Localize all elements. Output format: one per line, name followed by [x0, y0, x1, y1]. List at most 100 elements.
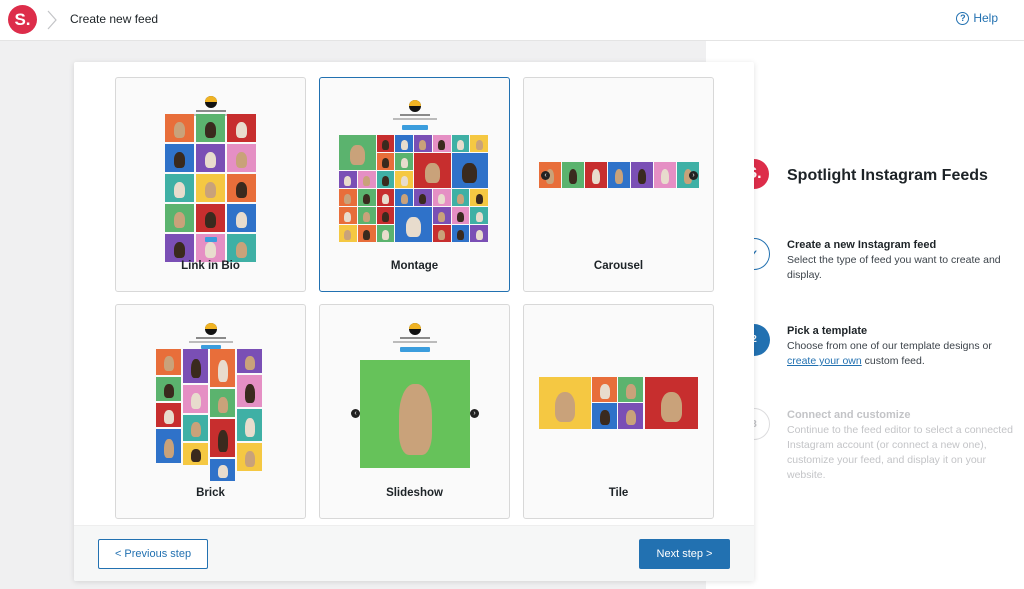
dog-photo	[217, 359, 228, 382]
dog-photo	[381, 139, 389, 150]
dog-photo	[591, 169, 601, 185]
dog-photo	[475, 193, 483, 204]
template-label: Link in Bio	[181, 260, 240, 272]
carousel-next-arrow: ›	[689, 171, 698, 180]
bio-line	[196, 337, 226, 339]
photo-tile	[395, 189, 413, 206]
dog-photo	[456, 139, 464, 150]
dog-photo	[349, 144, 365, 166]
template-card-montage[interactable]: Montage	[319, 77, 510, 292]
dog-photo	[660, 169, 670, 185]
photo-tile	[165, 114, 194, 142]
template-card-brick[interactable]: Brick	[115, 304, 306, 519]
photo-tile	[395, 135, 413, 152]
dog-photo	[217, 465, 228, 478]
template-label: Brick	[196, 487, 225, 499]
dog-photo	[344, 211, 352, 222]
spotlight-logo[interactable]: S.	[8, 5, 37, 34]
photo-tile	[395, 153, 413, 170]
dog-photo	[381, 229, 389, 240]
photo-tile	[210, 459, 235, 481]
photo-tile	[156, 377, 181, 401]
dog-photo	[438, 211, 446, 222]
template-card-tile[interactable]: Tile	[523, 304, 714, 519]
dog-photo	[660, 391, 683, 422]
dog-photo	[235, 211, 248, 229]
template-grid[interactable]: Link in Bio Montage ‹ › Carousel Brick ‹ ›…	[74, 62, 754, 525]
dog-photo	[400, 193, 408, 204]
photo-tile	[395, 171, 413, 188]
photo-tile	[339, 207, 357, 224]
carousel-prev-arrow: ‹	[541, 171, 550, 180]
photo-tile	[237, 375, 262, 407]
photo-tile	[165, 234, 194, 262]
photo-tile	[357, 207, 376, 224]
template-card-slideshow[interactable]: ‹ › Slideshow	[319, 304, 510, 519]
photo-tile	[592, 377, 617, 402]
photo-tile	[432, 189, 451, 206]
dog-photo	[381, 175, 389, 186]
step-title: Create a new Instagram feed	[787, 239, 937, 251]
sidebar-title: Spotlight Instagram Feeds	[787, 167, 988, 184]
photo-tile	[376, 171, 395, 188]
dog-photo	[614, 169, 624, 185]
create-your-own-link[interactable]: create your own	[787, 355, 862, 367]
template-label: Tile	[608, 487, 629, 499]
previous-step-button[interactable]: < Previous step	[98, 539, 208, 569]
photo-tile	[451, 153, 488, 188]
template-picker-modal: Link in Bio Montage ‹ › Carousel Brick ‹ ›…	[74, 62, 754, 581]
template-label: Montage	[390, 260, 439, 272]
photo-tile	[608, 162, 630, 188]
photo-tile	[237, 409, 262, 441]
photo-tile	[183, 349, 208, 383]
photo-tile	[585, 162, 607, 188]
template-card-link-in-bio[interactable]: Link in Bio	[115, 77, 306, 292]
bio-line	[393, 341, 437, 343]
photo-tile	[237, 349, 262, 373]
dog-photo	[438, 139, 446, 150]
dog-photo	[400, 157, 408, 168]
next-step-button[interactable]: Next step >	[639, 539, 730, 569]
photo-tile	[183, 385, 208, 413]
dog-photo	[173, 151, 186, 169]
photo-tile	[237, 443, 262, 471]
photo-tile	[432, 135, 451, 152]
photo-tile	[227, 114, 256, 142]
dog-photo	[599, 410, 610, 426]
dog-photo	[462, 162, 478, 184]
chevron-right-icon	[47, 10, 57, 30]
dog-photo	[400, 175, 408, 186]
dog-photo	[204, 151, 217, 169]
photo-tile	[395, 207, 432, 242]
photo-tile	[470, 225, 488, 242]
help-link[interactable]: ? Help	[956, 11, 998, 25]
dog-photo	[438, 193, 446, 204]
template-label: Carousel	[593, 260, 644, 272]
photo-tile	[227, 174, 256, 202]
dog-photo	[344, 193, 352, 204]
dog-photo	[381, 211, 389, 222]
photo-tile	[451, 189, 470, 206]
top-bar: S. Create new feed ? Help	[0, 0, 1024, 41]
photo-tile	[376, 189, 395, 206]
dog-photo	[163, 383, 174, 398]
template-label: Slideshow	[386, 487, 443, 499]
dog-photo	[554, 391, 576, 422]
photo-tile	[339, 171, 357, 188]
photo-tile	[451, 207, 470, 224]
dog-photo	[625, 384, 636, 399]
dog-photo	[419, 193, 427, 204]
dog-photo	[344, 175, 352, 186]
dog-photo	[419, 139, 427, 150]
dog-photo	[637, 169, 647, 185]
dog-photo	[398, 383, 432, 456]
dog-photo	[173, 121, 186, 139]
template-card-carousel[interactable]: ‹ › Carousel	[523, 77, 714, 292]
dog-photo	[217, 429, 228, 452]
photo-tile	[631, 162, 653, 188]
photo-tile	[196, 144, 225, 172]
dog-photo	[190, 449, 201, 462]
photo-tile	[414, 135, 432, 152]
profile-avatar	[409, 100, 421, 112]
dog-photo	[163, 409, 174, 424]
